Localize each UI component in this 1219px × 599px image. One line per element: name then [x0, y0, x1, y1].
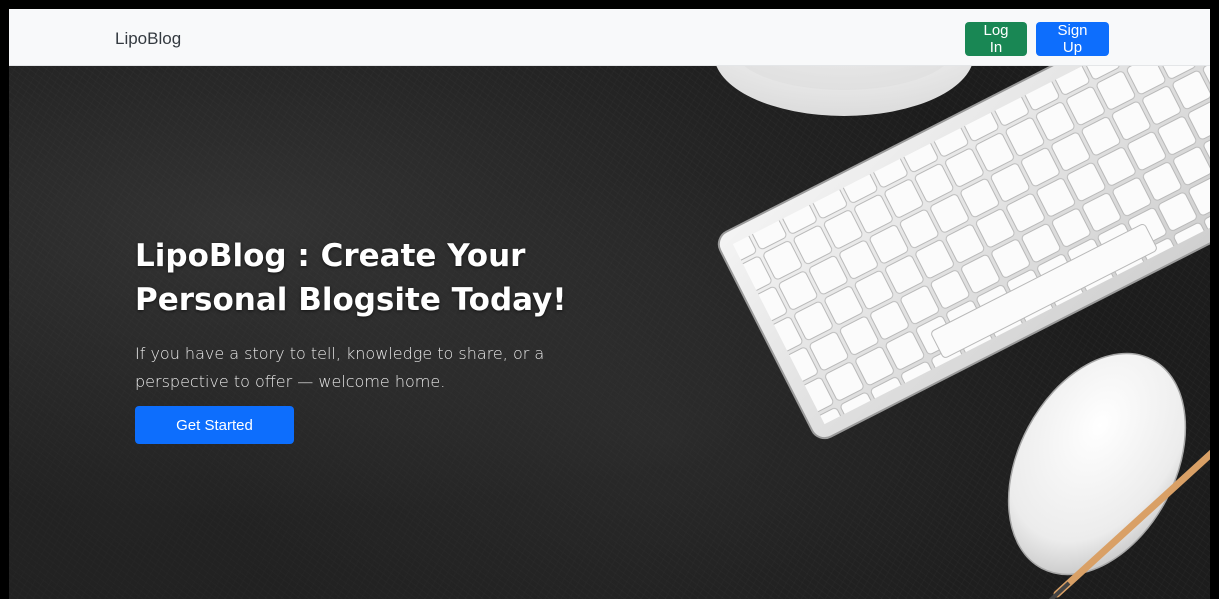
login-button[interactable]: Log In [965, 22, 1027, 56]
get-started-button[interactable]: Get Started [135, 406, 294, 444]
brand-logo-link[interactable]: LipoBlog [115, 30, 181, 47]
hero-background-image [716, 66, 1210, 599]
hero-title: LipoBlog : Create Your Personal Blogsite… [135, 238, 567, 318]
browser-viewport: LipoBlog Log In Sign Up LipoBlog: Creat… [9, 9, 1210, 599]
mouse-image [1007, 352, 1187, 576]
hero-section: LipoBlog : Create Your Personal Blogsite… [9, 66, 1210, 599]
navbar: LipoBlog Log In Sign Up [9, 9, 1210, 66]
signup-button[interactable]: Sign Up [1036, 22, 1109, 56]
hero-lead-text: If you have a story to tell, knowledge t… [135, 344, 545, 391]
